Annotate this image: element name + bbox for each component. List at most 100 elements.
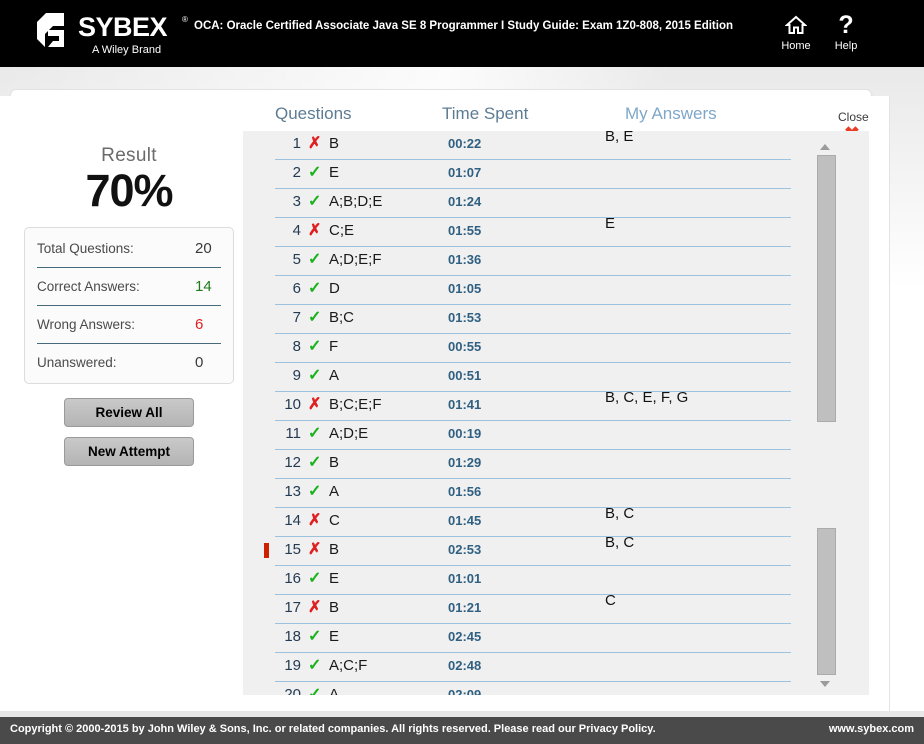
question-number: 11 [285, 425, 301, 442]
table-row[interactable]: 16 ✓ E 01:01 [275, 566, 791, 595]
stat-value: 0 [195, 354, 204, 371]
correct-answer: C;E [329, 222, 355, 239]
stat-label: Unanswered: [37, 355, 117, 370]
question-number: 2 [292, 164, 301, 181]
wiley-brand-tagline: A Wiley Brand [92, 44, 162, 56]
check-icon: ✓ [308, 367, 322, 384]
my-answer: E [605, 215, 616, 232]
sybex-wordmark: SYBEX [78, 12, 168, 42]
statistics-box: Total Questions: 20 Correct Answers: 14 … [24, 227, 234, 384]
correct-answer: E [329, 628, 340, 645]
column-header-questions: Questions [275, 104, 352, 123]
my-answer: B, C [605, 505, 635, 522]
time-spent: 01:55 [448, 223, 482, 238]
sybex-cube-logo [34, 10, 74, 50]
time-spent: 02:53 [448, 542, 482, 557]
time-spent: 00:55 [448, 339, 482, 354]
stat-label: Total Questions: [37, 241, 134, 256]
stat-value: 6 [195, 316, 204, 333]
check-icon: ✓ [308, 280, 322, 297]
check-icon: ✓ [308, 570, 322, 587]
time-spent: 01:01 [448, 571, 482, 586]
check-icon: ✓ [308, 454, 322, 471]
table-row[interactable]: 11 ✓ A;D;E 00:19 [275, 421, 791, 450]
check-icon: ✓ [308, 338, 322, 355]
question-number: 6 [292, 280, 301, 297]
question-list[interactable]: 1 ✗ B 00:22 B, E 2 ✓ E 01:07 3 ✓ A;B;D;E 01:24 4 ✗ C;E 0… [243, 131, 869, 695]
check-icon: ✓ [308, 193, 322, 210]
table-row[interactable]: 9 ✓ A 00:51 [275, 363, 791, 392]
page-title: OCA: Oracle Certified Associate Java SE … [194, 20, 733, 32]
time-spent: 00:22 [448, 136, 482, 151]
time-spent: 00:51 [448, 368, 482, 383]
stat-row-total: Total Questions: 20 [37, 230, 221, 268]
cross-icon: ✗ [308, 599, 322, 616]
check-icon: ✓ [308, 686, 322, 695]
help-button[interactable]: ? Help [818, 12, 874, 52]
table-header: Questions Time Spent My Answers Close ✖ [243, 104, 889, 144]
check-icon: ✓ [308, 309, 322, 326]
table-row[interactable]: 13 ✓ A 01:56 [275, 479, 791, 508]
new-attempt-button[interactable]: New Attempt [64, 437, 194, 466]
action-buttons: Review All New Attempt [24, 398, 234, 466]
app-footer: Copyright © 2000-2015 by John Wiley & So… [0, 717, 924, 744]
table-row[interactable]: 10 ✗ B;C;E;F 01:41 B, C, E, F, G [275, 389, 791, 421]
table-row[interactable]: 20 ✓ A 02:09 [275, 682, 791, 695]
registered-mark: ® [182, 15, 188, 24]
correct-answer: E [329, 164, 340, 181]
table-row[interactable]: 4 ✗ C;E 01:55 E [275, 215, 791, 247]
question-number: 3 [292, 193, 301, 210]
home-button[interactable]: Home [768, 12, 824, 52]
table-row[interactable]: 5 ✓ A;D;E;F 01:36 [275, 247, 791, 276]
scroll-up-button[interactable] [819, 141, 831, 153]
copyright-text: Copyright © 2000-2015 by John Wiley & So… [10, 723, 656, 735]
column-header-time-spent: Time Spent [442, 104, 529, 123]
table-row[interactable]: 17 ✗ B 01:21 C [275, 592, 791, 624]
table-row[interactable]: 7 ✓ B;C 01:53 [275, 305, 791, 334]
help-label: Help [834, 40, 858, 52]
question-number: 7 [292, 309, 301, 326]
scrollbar-thumb-lower[interactable] [817, 528, 836, 675]
my-answer: B, E [605, 131, 634, 145]
cross-icon: ✗ [308, 396, 322, 413]
my-answer: B, C, E, F, G [605, 389, 689, 406]
cross-icon: ✗ [308, 512, 322, 529]
table-row[interactable]: 2 ✓ E 01:07 [275, 160, 791, 189]
cross-icon: ✗ [308, 135, 322, 152]
question-number: 16 [284, 570, 301, 587]
question-number: 12 [284, 454, 301, 471]
correct-answer: F [329, 338, 339, 355]
time-spent: 02:48 [448, 658, 482, 673]
table-row[interactable]: 15 ✗ B 02:53 B, C [264, 534, 791, 566]
table-row[interactable]: 1 ✗ B 00:22 B, E [275, 131, 791, 160]
sybex-logo: SYBEX ® A Wiley Brand [34, 6, 188, 62]
table-row[interactable]: 8 ✓ F 00:55 [275, 334, 791, 363]
website-link[interactable]: www.sybex.com [829, 723, 914, 735]
table-row[interactable]: 19 ✓ A;C;F 02:48 [275, 653, 791, 682]
scroll-down-button[interactable] [819, 678, 831, 690]
stat-label: Correct Answers: [37, 279, 140, 294]
check-icon: ✓ [308, 657, 322, 674]
table-row[interactable]: 6 ✓ D 01:05 [275, 276, 791, 305]
question-number: 1 [292, 135, 301, 152]
table-row[interactable]: 18 ✓ E 02:45 [275, 624, 791, 653]
question-mark-icon: ? [838, 11, 854, 39]
stat-value: 20 [195, 240, 212, 257]
column-header-my-answers: My Answers [625, 104, 717, 123]
time-spent: 01:29 [448, 455, 482, 470]
correct-answer: E [329, 570, 340, 587]
table-row[interactable]: 14 ✗ C 01:45 B, C [275, 505, 791, 537]
correct-answer: A [329, 367, 340, 384]
time-spent: 01:41 [448, 397, 482, 412]
question-number: 14 [284, 512, 301, 529]
question-number: 17 [284, 599, 301, 616]
chevron-up-icon [820, 144, 830, 150]
correct-answer: B [329, 541, 340, 558]
table-row[interactable]: 12 ✓ B 01:29 [275, 450, 791, 479]
review-all-button[interactable]: Review All [64, 398, 194, 427]
correct-answer: A [329, 483, 340, 500]
check-icon: ✓ [308, 164, 322, 181]
stat-row-unanswered: Unanswered: 0 [37, 344, 221, 381]
scrollbar-thumb[interactable] [817, 155, 836, 422]
table-row[interactable]: 3 ✓ A;B;D;E 01:24 [275, 189, 791, 218]
